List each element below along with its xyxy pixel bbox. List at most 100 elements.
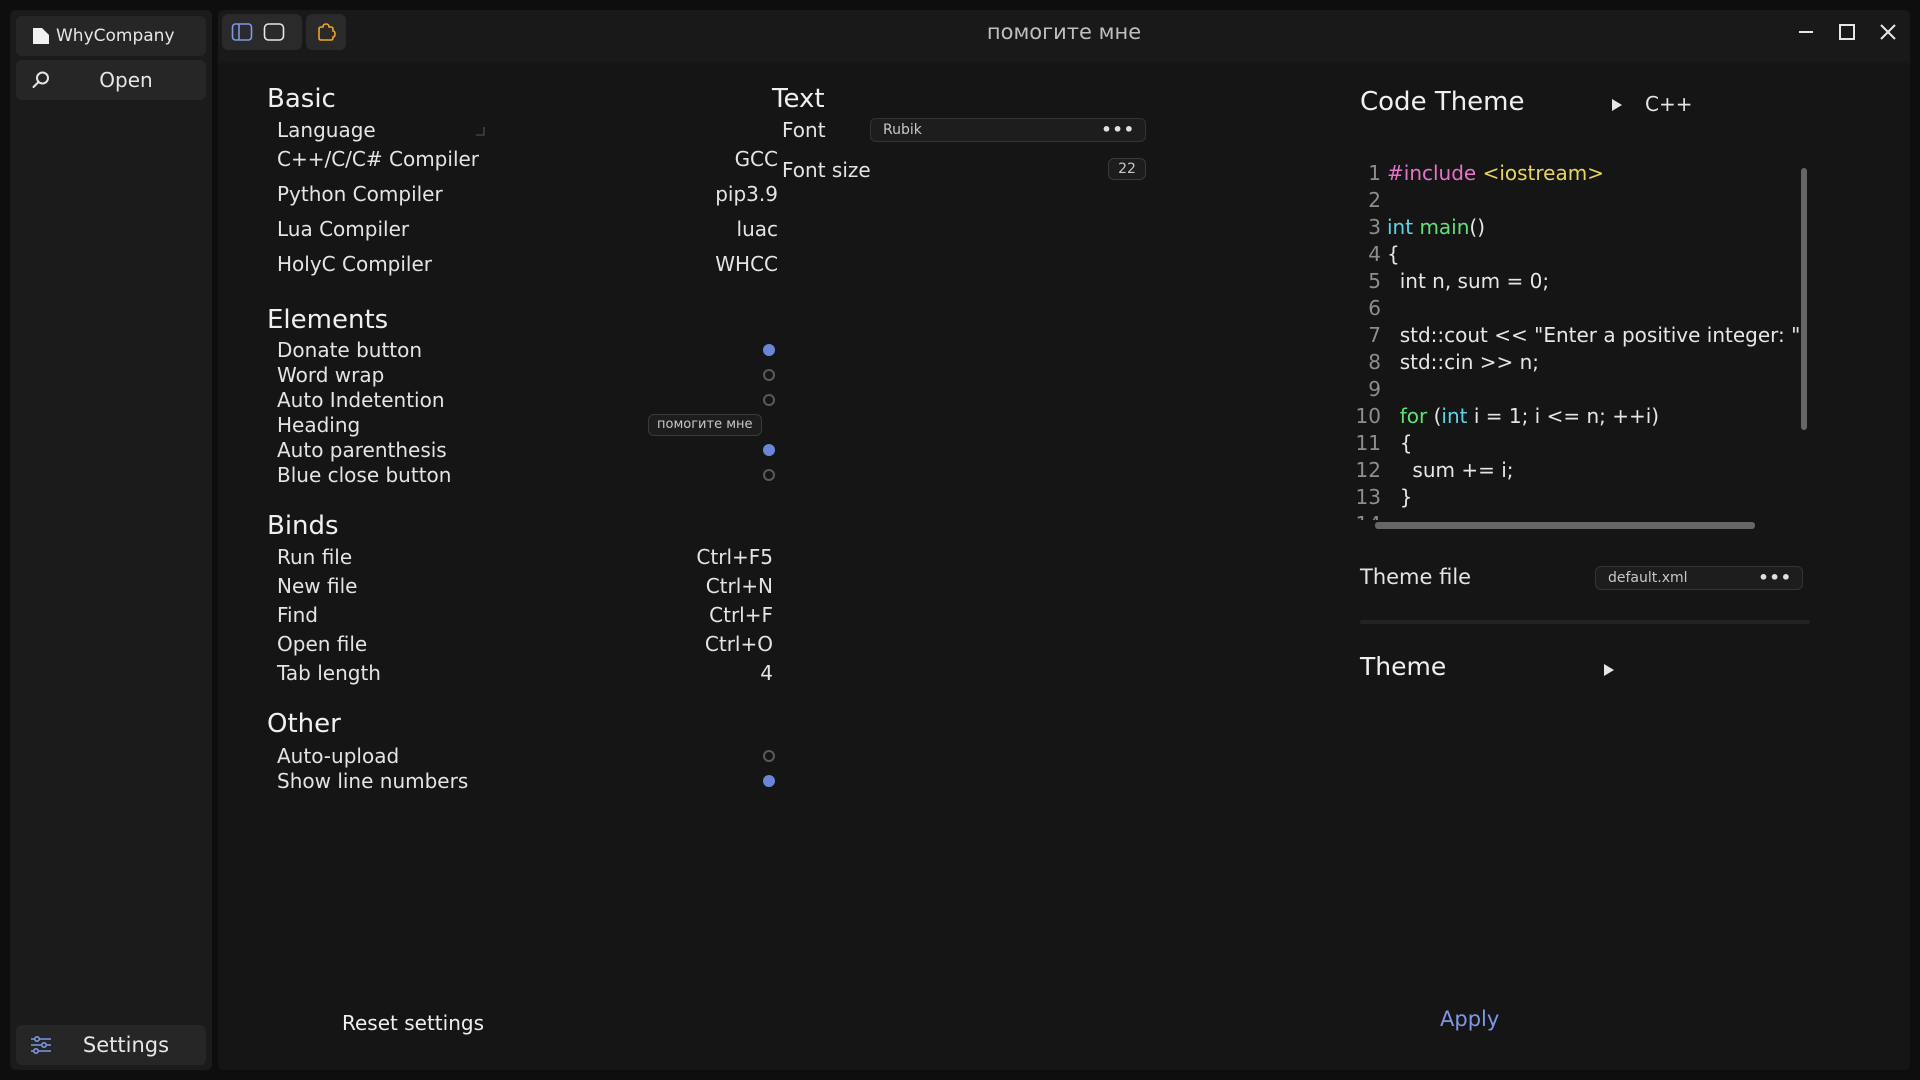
auto-parenthesis-label: Auto parenthesis [277, 438, 447, 462]
dropdown-icon[interactable] [474, 122, 486, 136]
close-icon[interactable] [1876, 20, 1900, 44]
heading-label: Heading [277, 413, 361, 437]
line-number: 2 [1368, 188, 1381, 212]
auto-upload-label: Auto-upload [277, 744, 400, 768]
donate-button-toggle[interactable] [763, 344, 775, 356]
auto-upload-toggle[interactable] [763, 750, 775, 762]
more-icon[interactable]: ••• [1101, 119, 1135, 141]
line-number: 7 [1368, 323, 1381, 347]
theme-file-field[interactable]: default.xml ••• [1595, 566, 1803, 590]
line-number: 3 [1368, 215, 1381, 239]
code-line: 12 sum += i; [1348, 457, 1814, 484]
cpp-compiler-value[interactable]: GCC [568, 147, 778, 171]
show-line-numbers-label: Show line numbers [277, 769, 469, 793]
maximize-icon[interactable] [1835, 20, 1859, 44]
font-size-input[interactable]: 22 [1108, 158, 1146, 180]
blue-close-toggle[interactable] [763, 469, 775, 481]
run-file-bind[interactable]: Ctrl+F5 [568, 545, 773, 569]
line-number: 5 [1368, 269, 1381, 293]
word-wrap-label: Word wrap [277, 363, 385, 387]
python-compiler-label: Python Compiler [277, 182, 443, 206]
code-token: ( [1427, 404, 1442, 428]
code-line: 14 [1348, 511, 1814, 520]
code-language[interactable]: C++ [1645, 92, 1692, 116]
open-file-bind[interactable]: Ctrl+O [568, 632, 773, 656]
code-token: } [1387, 485, 1413, 509]
auto-parenthesis-toggle[interactable] [763, 444, 775, 456]
code-line: 8 std::cin >> n; [1348, 349, 1814, 376]
line-number: 14 [1348, 511, 1381, 520]
reset-settings-button[interactable]: Reset settings [342, 1011, 484, 1035]
theme-heading: Theme [1360, 652, 1447, 681]
code-token: sum += i; [1387, 458, 1514, 482]
code-token: #include [1387, 161, 1483, 185]
code-token: () [1469, 215, 1486, 239]
code-token: { [1387, 431, 1413, 455]
line-number: 13 [1355, 485, 1381, 509]
donate-button-label: Donate button [277, 338, 423, 362]
window-title: помогите мне [986, 20, 1142, 44]
settings-content: Basic Language C++/C/C# Compiler GCC Pyt… [218, 62, 1910, 1070]
code-token: std::cin >> n; [1387, 350, 1540, 374]
open-file-label: Open file [277, 632, 368, 656]
auto-indent-toggle[interactable] [763, 394, 775, 406]
search-icon [30, 70, 52, 90]
apply-button[interactable]: Apply [1440, 1007, 1499, 1031]
code-line: 6 [1348, 295, 1814, 322]
font-field[interactable]: Rubik ••• [870, 118, 1146, 142]
show-line-numbers-toggle[interactable] [763, 775, 775, 787]
code-token: int n, sum = 0; [1387, 269, 1550, 293]
vertical-scrollbar[interactable] [1801, 168, 1807, 430]
tab-length-value[interactable]: 4 [568, 661, 773, 685]
code-token: std::cout << "Enter a positive integer: … [1387, 323, 1808, 347]
basic-heading: Basic [267, 84, 336, 114]
elements-heading: Elements [267, 305, 389, 335]
find-label: Find [277, 603, 318, 627]
other-heading: Other [267, 709, 341, 739]
tab-length-label: Tab length [277, 661, 381, 685]
code-preview: 1 #include <iostream> 2 3 int main() 4{5 int … [1348, 160, 1814, 520]
more-icon[interactable]: ••• [1758, 567, 1792, 589]
title-bar: помогите мне [218, 10, 1910, 56]
open-button[interactable]: Open [16, 60, 206, 100]
blue-close-label: Blue close button [277, 463, 452, 487]
python-compiler-value[interactable]: pip3.9 [568, 182, 778, 206]
code-token: int [1441, 404, 1468, 428]
binds-heading: Binds [267, 511, 339, 541]
settings-button[interactable]: Settings [16, 1025, 206, 1065]
horizontal-scrollbar[interactable] [1375, 522, 1755, 529]
font-value: Rubik [883, 122, 922, 138]
code-line: 10 for (int i = 1; i <= n; ++i) [1348, 403, 1814, 430]
line-number: 6 [1368, 296, 1381, 320]
code-token: <iostream> [1482, 161, 1604, 185]
line-number: 4 [1368, 242, 1381, 266]
code-line: 9 [1348, 376, 1814, 403]
run-file-label: Run file [277, 545, 353, 569]
theme-file-value: default.xml [1608, 570, 1688, 586]
font-label: Font [782, 118, 826, 142]
find-bind[interactable]: Ctrl+F [568, 603, 773, 627]
heading-input[interactable]: помогите мне [648, 414, 762, 436]
section-divider [1360, 620, 1810, 624]
code-line: 7 std::cout << "Enter a positive integer… [1348, 322, 1814, 349]
new-file-bind[interactable]: Ctrl+N [568, 574, 773, 598]
line-number: 9 [1368, 377, 1381, 401]
holyc-compiler-value[interactable]: WHCC [568, 252, 778, 276]
word-wrap-toggle[interactable] [763, 369, 775, 381]
language-label: Language [277, 118, 376, 142]
lua-compiler-value[interactable]: luac [568, 217, 778, 241]
app-logo-icon [30, 26, 52, 46]
play-icon[interactable] [1611, 97, 1623, 111]
code-token: i = 1; i <= n; ++i) [1467, 404, 1660, 428]
sliders-icon [30, 1035, 52, 1055]
line-number: 8 [1368, 350, 1381, 374]
play-icon[interactable] [1603, 662, 1615, 676]
theme-file-label: Theme file [1360, 565, 1472, 589]
brand-button[interactable]: WhyCompany [16, 16, 206, 56]
minimize-icon[interactable] [1794, 20, 1818, 44]
code-line: 2 [1348, 187, 1814, 214]
code-line: 4{ [1348, 241, 1814, 268]
new-file-label: New file [277, 574, 358, 598]
code-line: 1 #include <iostream> [1348, 160, 1814, 187]
